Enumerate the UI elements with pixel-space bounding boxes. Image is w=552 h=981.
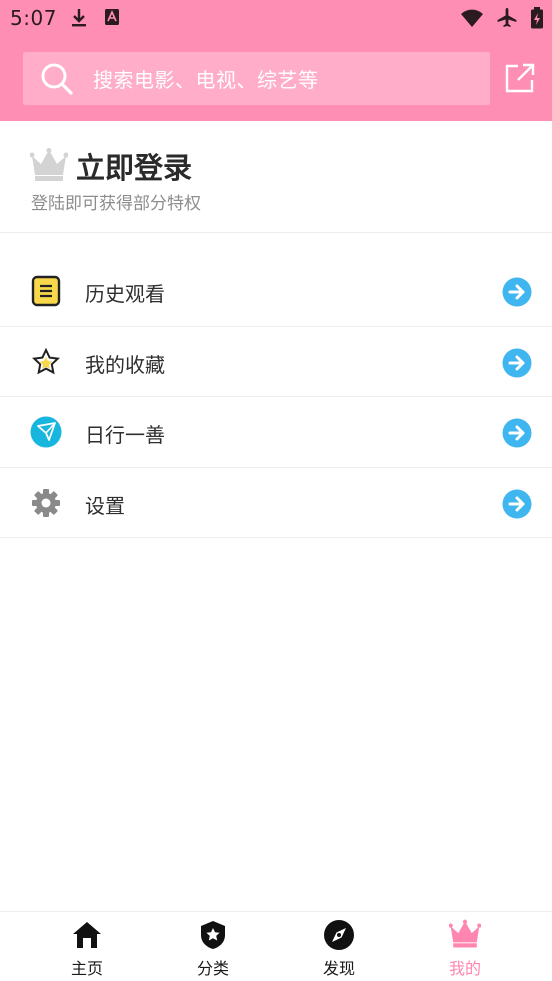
share-external-icon bbox=[504, 63, 536, 98]
tab-discover[interactable]: 发现 bbox=[289, 912, 389, 981]
shield-star-icon bbox=[197, 919, 229, 951]
menu-item-label: 日行一善 bbox=[85, 423, 165, 447]
wifi-icon bbox=[460, 8, 484, 32]
arrow-right-icon bbox=[502, 489, 532, 523]
arrow-right-icon bbox=[502, 348, 532, 382]
crown-icon bbox=[29, 148, 69, 186]
tab-category[interactable]: 分类 bbox=[163, 912, 263, 981]
history-list-icon bbox=[30, 275, 62, 307]
search-icon bbox=[39, 61, 75, 97]
login-section[interactable]: 立即登录 登陆即可获得部分特权 bbox=[0, 121, 552, 233]
menu-list: 历史观看 我的收藏 日行一善 设置 bbox=[0, 256, 552, 538]
login-subtitle: 登陆即可获得部分特权 bbox=[31, 194, 201, 214]
compass-icon bbox=[323, 919, 355, 951]
arrow-right-icon bbox=[502, 418, 532, 452]
tab-home[interactable]: 主页 bbox=[37, 912, 137, 981]
menu-item-label: 我的收藏 bbox=[85, 352, 165, 377]
search-placeholder: 搜索电影、电视、综艺等 bbox=[93, 68, 319, 92]
app-notification-icon bbox=[104, 8, 120, 32]
menu-item-label: 设置 bbox=[85, 493, 125, 518]
arrow-right-icon bbox=[502, 277, 532, 311]
menu-item-label: 历史观看 bbox=[85, 282, 165, 306]
gear-icon bbox=[30, 487, 62, 519]
share-button[interactable] bbox=[504, 62, 536, 94]
tab-label: 主页 bbox=[70, 959, 103, 978]
tab-label: 分类 bbox=[196, 959, 229, 978]
header: 5:07 搜索电影、电视、综艺等 bbox=[0, 0, 552, 121]
paper-plane-icon bbox=[30, 416, 62, 448]
star-icon bbox=[30, 346, 62, 378]
menu-item-charity[interactable]: 日行一善 bbox=[0, 397, 552, 468]
tab-mine[interactable]: 我的 bbox=[415, 912, 515, 981]
bottom-tab-bar: 主页 分类 发现 我的 bbox=[0, 911, 552, 981]
menu-item-favorites[interactable]: 我的收藏 bbox=[0, 327, 552, 397]
status-bar: 5:07 bbox=[0, 0, 552, 38]
search-bar[interactable]: 搜索电影、电视、综艺等 bbox=[23, 52, 490, 105]
crown-icon bbox=[448, 919, 482, 951]
menu-item-history[interactable]: 历史观看 bbox=[0, 256, 552, 327]
battery-icon bbox=[530, 7, 544, 33]
home-icon bbox=[71, 919, 103, 951]
tab-label: 发现 bbox=[322, 959, 355, 978]
login-title[interactable]: 立即登录 bbox=[76, 145, 192, 187]
airplane-icon bbox=[496, 7, 518, 33]
download-icon bbox=[70, 8, 88, 32]
status-time: 5:07 bbox=[10, 6, 57, 30]
tab-label: 我的 bbox=[448, 959, 481, 978]
menu-item-settings[interactable]: 设置 bbox=[0, 468, 552, 538]
